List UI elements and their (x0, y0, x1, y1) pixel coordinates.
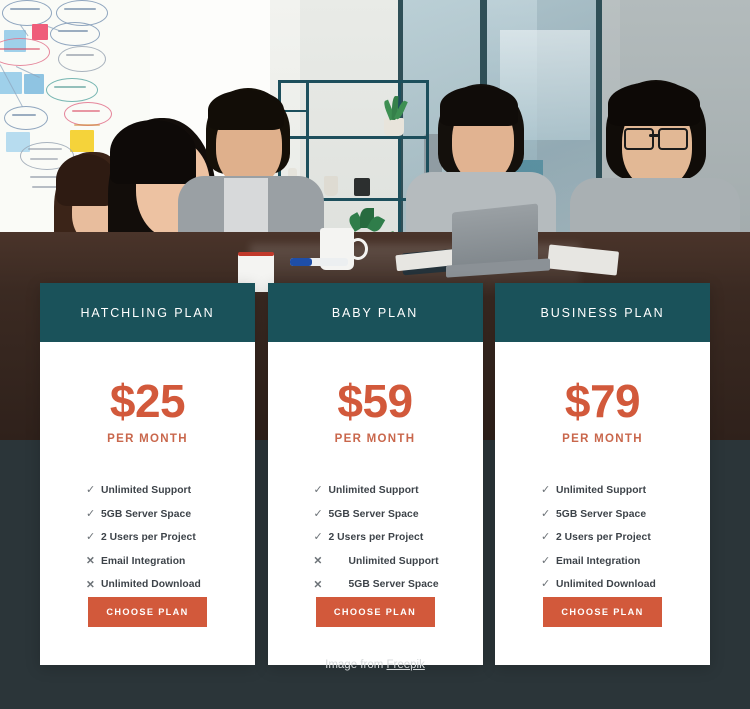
feature-list: ✓ Unlimited Support ✓ 5GB Server Space ✓… (495, 479, 710, 597)
card-body-baby: $59 PER MONTH ✓ Unlimited Support ✓ 5GB … (268, 342, 483, 665)
feature-label: Unlimited Download (556, 579, 656, 591)
feature-label: 5GB Server Space (348, 579, 439, 591)
check-icon: ✓ (86, 531, 96, 544)
feature-label: Unlimited Support (328, 485, 419, 497)
choose-plan-button[interactable]: CHOOSE PLAN (315, 596, 435, 627)
list-item: ✓ 5GB Server Space (40, 503, 255, 527)
check-icon: ✓ (313, 484, 323, 497)
cross-icon: ✕ (313, 578, 323, 591)
card-header-baby: BABY PLAN (267, 283, 483, 342)
plan-title: BUSINESS PLAN (540, 305, 665, 320)
cross-icon: ✕ (86, 555, 95, 567)
plan-price: $59 (337, 375, 413, 427)
feature-label: 5GB Server Space (328, 508, 419, 520)
list-item: ✕ Unlimited Support (268, 550, 483, 574)
list-item: ✓ 2 Users per Project (495, 526, 710, 550)
feature-list: ✓ Unlimited Support ✓ 5GB Server Space ✓… (268, 479, 483, 597)
image-credit: Image from Freepik (0, 659, 750, 671)
check-icon: ✓ (86, 507, 96, 520)
feature-list: ✓ Unlimited Support ✓ 5GB Server Space ✓… (40, 479, 255, 597)
list-item: ✕ Unlimited Download (40, 573, 255, 597)
list-item: ✓ 5GB Server Space (495, 503, 710, 527)
card-header-business: BUSINESS PLAN (495, 283, 710, 342)
feature-label: Email Integration (556, 555, 641, 567)
card-body-hatchling: $25 PER MONTH ✓ Unlimited Support ✓ 5GB … (40, 342, 255, 665)
list-item: ✓ 5GB Server Space (268, 503, 483, 527)
list-item: ✓ Unlimited Support (495, 479, 710, 503)
card-header-hatchling: HATCHLING PLAN (40, 283, 255, 342)
feature-label: 2 Users per Project (328, 532, 424, 544)
feature-label: Unlimited Support (348, 555, 439, 567)
list-item: ✓ Unlimited Support (40, 479, 255, 503)
freepik-link[interactable]: Freepik (387, 659, 425, 671)
pricing-cards: HATCHLING PLAN $25 PER MONTH ✓ Unlimited… (40, 283, 710, 665)
list-item: ✓ Unlimited Support (268, 479, 483, 503)
mug-red-rim (238, 252, 274, 256)
check-icon: ✓ (541, 507, 551, 520)
list-item: ✓ 2 Users per Project (40, 526, 255, 550)
plan-title: BABY PLAN (331, 305, 419, 320)
check-icon: ✓ (541, 578, 551, 591)
whiteboard-marker-cap (290, 258, 312, 266)
check-icon: ✓ (541, 531, 551, 544)
plan-period: PER MONTH (562, 433, 643, 445)
cross-icon: ✕ (313, 555, 323, 567)
feature-label: 5GB Server Space (556, 508, 647, 520)
check-icon: ✓ (313, 507, 323, 520)
plan-price: $79 (564, 375, 641, 427)
feature-label: Unlimited Support (101, 485, 192, 497)
list-item: ✓ 2 Users per Project (268, 526, 483, 550)
cta-wrapper: CHOOSE PLAN (495, 596, 710, 665)
feature-label: 5GB Server Space (101, 508, 192, 520)
feature-label: 2 Users per Project (101, 532, 196, 544)
pricing-card-baby: BABY PLAN $59 PER MONTH ✓ Unlimited Supp… (267, 283, 483, 665)
plan-period: PER MONTH (334, 433, 416, 445)
feature-label: Unlimited Support (556, 485, 647, 497)
check-icon: ✓ (541, 484, 551, 497)
feature-label: 2 Users per Project (556, 532, 651, 544)
check-icon: ✓ (541, 554, 551, 567)
pricing-card-hatchling: HATCHLING PLAN $25 PER MONTH ✓ Unlimited… (40, 283, 255, 665)
cta-wrapper: CHOOSE PLAN (268, 596, 483, 665)
check-icon: ✓ (313, 531, 323, 544)
plan-price: $25 (109, 375, 186, 427)
choose-plan-button[interactable]: CHOOSE PLAN (88, 596, 207, 627)
list-item: ✕ Email Integration (40, 550, 255, 574)
pricing-card-business: BUSINESS PLAN $79 PER MONTH ✓ Unlimited … (495, 283, 710, 665)
choose-plan-button[interactable]: CHOOSE PLAN (543, 596, 662, 627)
feature-label: Unlimited Download (101, 579, 201, 591)
plan-title: HATCHLING PLAN (80, 305, 215, 320)
image-credit-prefix: Image from (325, 659, 387, 671)
coffee-mug-handle (348, 238, 368, 260)
cross-icon: ✕ (86, 578, 95, 591)
feature-label: Email Integration (101, 555, 186, 567)
cta-wrapper: CHOOSE PLAN (40, 596, 255, 665)
plan-period: PER MONTH (107, 433, 188, 445)
check-icon: ✓ (86, 484, 96, 497)
list-item: ✓ Unlimited Download (495, 573, 710, 597)
pricing-page: HATCHLING PLAN $25 PER MONTH ✓ Unlimited… (0, 0, 750, 709)
card-body-business: $79 PER MONTH ✓ Unlimited Support ✓ 5GB … (495, 342, 710, 665)
list-item: ✕ 5GB Server Space (268, 573, 483, 597)
list-item: ✓ Email Integration (495, 550, 710, 574)
